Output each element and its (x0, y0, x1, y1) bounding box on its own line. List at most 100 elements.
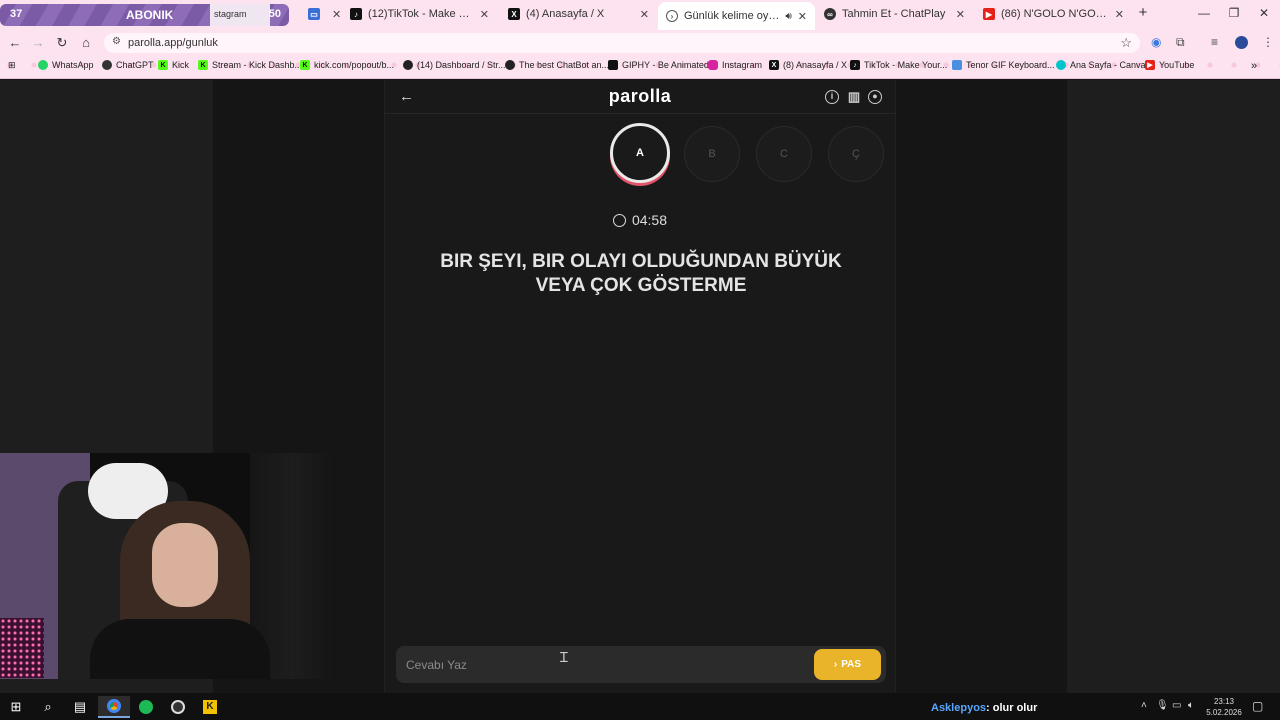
bookmark-label: Tenor GIF Keyboard... (966, 60, 1055, 70)
more-bookmarks-icon[interactable]: » (1251, 60, 1257, 72)
bookmark-star-icon[interactable]: ☆ (1120, 35, 1132, 51)
notification-icon[interactable]: ▢ (1252, 699, 1263, 713)
forward-arrow-icon[interactable]: → (29, 34, 47, 52)
address-bar[interactable]: ⚙ parolla.app/gunluk ☆ (104, 33, 1140, 53)
webcam-person-face (152, 523, 218, 607)
app-logo[interactable]: parolla (385, 86, 895, 107)
text-cursor-icon: Ɪ (560, 649, 568, 665)
pass-button[interactable]: › PAS (814, 649, 881, 680)
letter-circle: B (684, 126, 740, 182)
tiktok-icon: ♪ (350, 8, 362, 20)
chatgpt-icon (102, 60, 112, 70)
chatplay-icon: ∞ (824, 8, 836, 20)
tab-parolla[interactable]: › Günlük kelime oyunu - parolla 🔊︎ ✕ (658, 2, 815, 30)
bookmark-label: Ana Sayfa - Canva (1070, 60, 1146, 70)
windows-start-icon[interactable]: ⊞ (0, 696, 32, 718)
close-icon[interactable]: ✕ (480, 8, 489, 21)
bookmark-label: GIPHY - Be Animated (622, 60, 709, 70)
spotify-taskbar-icon[interactable] (130, 696, 162, 718)
overlay-count-right: 50 (268, 8, 281, 20)
home-icon[interactable]: ⌂ (77, 34, 95, 52)
close-window-button[interactable]: ✕ (1254, 6, 1274, 20)
task-view-icon[interactable]: ▤ (64, 696, 96, 718)
search-icon[interactable]: ⌕ (32, 696, 64, 718)
timer-value: 04:58 (631, 212, 668, 228)
tiktok-icon: ♪ (850, 60, 860, 70)
url-text[interactable]: parolla.app/gunluk (128, 37, 218, 49)
giphy-icon (608, 60, 618, 70)
microphone-icon[interactable]: 🎙︎ (1156, 700, 1169, 711)
bookmark-label: YouTube (1159, 60, 1195, 70)
bookmark-kick-popout[interactable]: Kkick.com/popout/b... (300, 60, 394, 70)
tab-mail[interactable]: ▭ ✕ (300, 3, 340, 25)
tab-chatplay[interactable]: ∞ Tahmin Et - ChatPlay ✕ (816, 3, 973, 25)
tab-tiktok[interactable]: ♪ (12)TikTok - Make Your Day ✕ (342, 3, 497, 25)
bookmark-chatbot[interactable]: The best ChatBot an... (505, 60, 609, 70)
bookmarks-bar: ⊞ WhatsApp ChatGPT K Kick K Stream - Kick … (0, 55, 1280, 79)
tab-youtube[interactable]: ▶ (86) N'GOLO N'GOLO KANTE ✕ (975, 3, 1132, 25)
bookmark-label: TikTok - Make Your... (864, 60, 948, 70)
stats-chart-icon[interactable]: ▥ (847, 90, 861, 104)
browser-toolbar: ← → ↻ ⌂ ⚙ parolla.app/gunluk ☆ ◉ ⧉ ≡ ⋮ (0, 30, 1280, 55)
bookmark-whatsapp[interactable]: WhatsApp (38, 60, 94, 70)
chevron-right-icon: › (833, 659, 838, 670)
youtube-icon: ▶ (983, 8, 995, 20)
kick-icon: K (300, 60, 310, 70)
bookmark-label: The best ChatBot an... (519, 60, 610, 70)
tenor-icon (952, 60, 962, 70)
bookmark-tenor[interactable]: Tenor GIF Keyboard... (952, 60, 1055, 70)
bookmark-chatgpt[interactable]: ChatGPT (102, 60, 154, 70)
obs-taskbar-icon[interactable] (162, 696, 194, 718)
chrome-taskbar-icon[interactable] (98, 696, 130, 718)
restore-button[interactable]: ❐ (1224, 6, 1244, 20)
page-viewport: ← parolla i ▥ ● A B C Ç 04:58 Bir şeyi, … (0, 80, 1280, 693)
bookmark-youtube[interactable]: ▶ YouTube (1145, 60, 1194, 70)
chat-text: : olur olur (986, 702, 1038, 714)
profile-avatar[interactable] (1235, 36, 1248, 49)
clock-time: 23:13 (1213, 697, 1235, 706)
bookmark-kick[interactable]: K Kick (158, 60, 189, 70)
tab-title: Günlük kelime oyunu - parolla (684, 10, 781, 22)
minimize-button[interactable]: — (1194, 6, 1214, 20)
back-arrow-icon[interactable]: ← (6, 34, 24, 52)
app-taskbar-icon[interactable]: K (194, 696, 226, 718)
bookmark-instagram[interactable]: Instagram (708, 60, 762, 70)
tray-overflow-icon[interactable]: ˄ (1141, 700, 1147, 711)
volume-icon[interactable]: 🔈︎ (1188, 700, 1194, 711)
reading-list-icon[interactable]: ≡ (1211, 35, 1218, 49)
reload-icon[interactable]: ↻ (53, 34, 71, 52)
close-icon[interactable]: ✕ (332, 8, 340, 21)
apps-grid-icon[interactable]: ⊞ (8, 60, 16, 71)
info-icon[interactable]: i (825, 90, 839, 104)
system-clock[interactable]: 23:13 5.02.2026 (1204, 696, 1244, 718)
user-profile-icon[interactable]: ● (868, 90, 882, 104)
network-icon[interactable]: ▭ (1172, 700, 1181, 711)
whatsapp-icon (38, 60, 48, 70)
tab-title: Tahmin Et - ChatPlay (842, 8, 946, 20)
tab-instagram-partial[interactable]: stagram (210, 4, 270, 26)
close-icon[interactable]: ✕ (640, 8, 649, 21)
extensions-icon[interactable]: ⧉ (1176, 35, 1185, 50)
youtube-icon: ▶ (1145, 60, 1155, 70)
media-icon[interactable]: ◉ (1151, 35, 1161, 49)
menu-kebab-icon[interactable]: ⋮ (1262, 35, 1274, 49)
x-icon: X (769, 60, 779, 70)
close-icon[interactable]: ✕ (1115, 8, 1124, 21)
close-icon[interactable]: ✕ (956, 8, 965, 21)
bookmark-kick-dashboard[interactable]: K Stream - Kick Dashb... (198, 60, 302, 70)
bookmark-label: WhatsApp (52, 60, 94, 70)
new-tab-button[interactable]: + (1133, 4, 1153, 21)
bookmark-canva[interactable]: Ana Sayfa - Canva (1056, 60, 1146, 70)
bookmark-dashboard[interactable]: (14) Dashboard / Str... (403, 60, 506, 70)
bookmark-giphy[interactable]: GIPHY - Be Animated (608, 60, 709, 70)
subscriber-goal-overlay: 37 ABONIK stagram 50 (0, 4, 289, 26)
tab-x[interactable]: X (4) Anasayfa / X ✕ (500, 3, 657, 25)
close-icon[interactable]: ✕ (798, 10, 807, 23)
letter-circle-current: A (610, 123, 670, 183)
bookmark-tiktok[interactable]: ♪ TikTok - Make Your... (850, 60, 947, 70)
right-margin (1067, 80, 1280, 693)
answer-input[interactable] (406, 655, 796, 675)
site-settings-icon[interactable]: ⚙ (112, 36, 121, 47)
speaker-icon[interactable]: 🔊︎ (785, 11, 791, 22)
bookmark-x[interactable]: X (8) Anasayfa / X (769, 60, 847, 70)
